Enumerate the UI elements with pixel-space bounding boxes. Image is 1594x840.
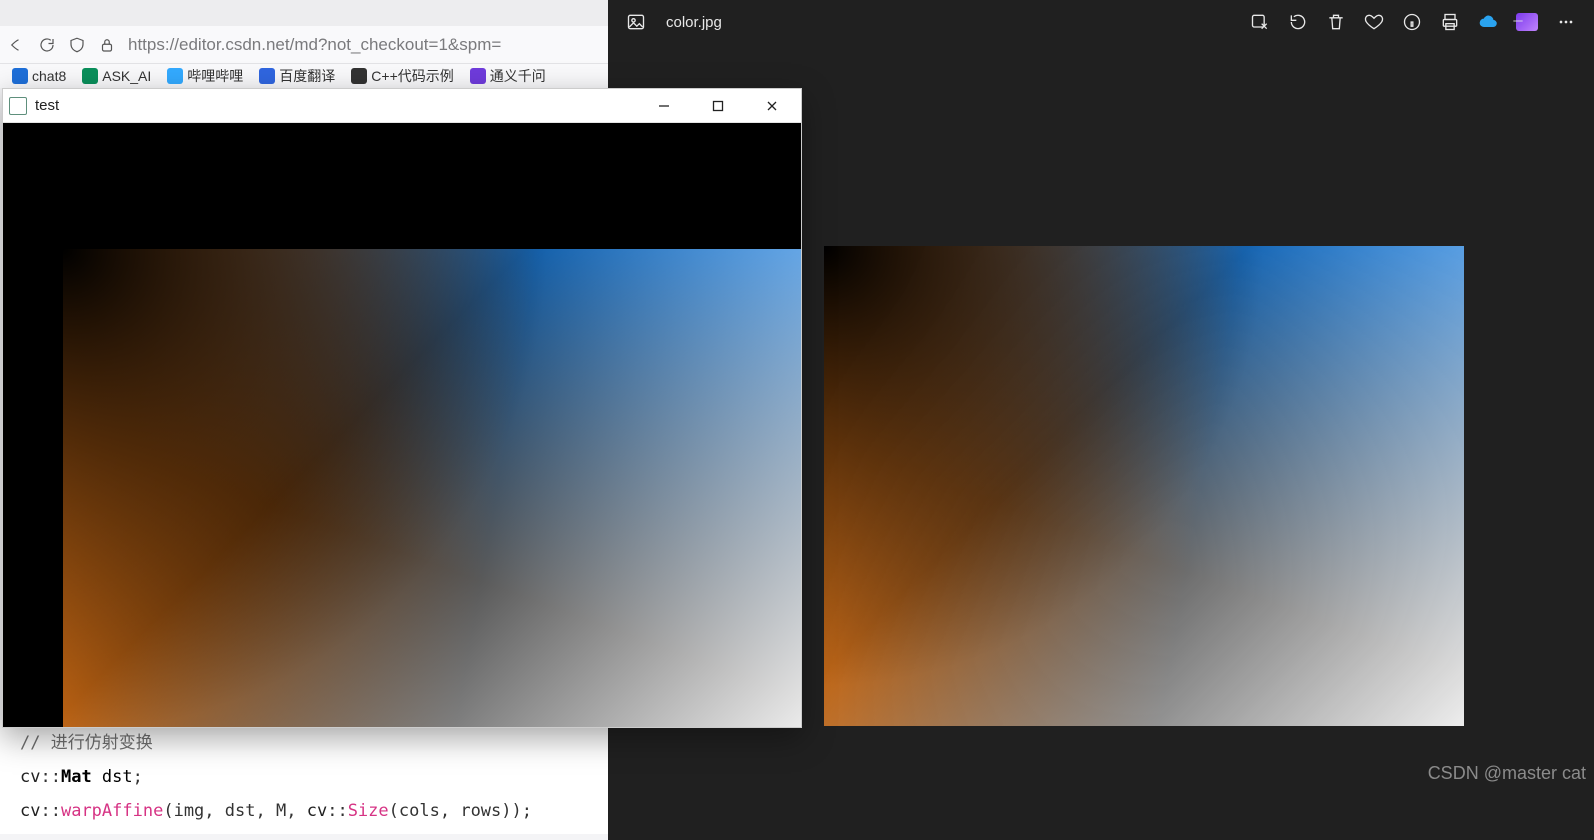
back-icon[interactable] (8, 36, 26, 54)
info-icon[interactable] (1402, 12, 1422, 32)
maximize-button[interactable] (695, 89, 741, 123)
bookmark-favicon (351, 68, 367, 84)
browser-tabstrip[interactable] (0, 0, 608, 26)
photos-image[interactable] (824, 246, 1464, 726)
bookmark-item[interactable]: 哔哩哔哩 (167, 66, 243, 86)
code-comment: // 进行仿射变换 (20, 726, 588, 760)
minimize-button[interactable] (1498, 6, 1538, 36)
opencv-window-title: test (35, 97, 59, 114)
lock-icon[interactable] (98, 36, 116, 54)
close-button[interactable] (749, 89, 795, 123)
code-editor: // 进行仿射变换 cv::Mat dst; cv::warpAffine(im… (0, 720, 608, 834)
bookmark-label: C++代码示例 (371, 66, 453, 86)
photos-filename: color.jpg (666, 14, 722, 31)
trash-icon[interactable] (1326, 12, 1346, 32)
url-bar[interactable]: https://editor.csdn.net/md?not_checkout=… (128, 35, 600, 55)
watermark: CSDN @master cat (1428, 763, 1586, 784)
bookmark-label: chat8 (32, 68, 66, 84)
gradient-image-content (824, 246, 1464, 726)
bookmark-item[interactable]: chat8 (12, 68, 66, 84)
bookmark-favicon (12, 68, 28, 84)
rotate-icon[interactable] (1288, 12, 1308, 32)
code-line-2: cv::warpAffine(img, dst, M, cv::Size(col… (20, 794, 588, 828)
bookmarks-bar: chat8 ASK_AI 哔哩哔哩 百度翻译 C++代码示例 通义千问 (0, 64, 608, 88)
opencv-canvas (3, 123, 801, 727)
print-icon[interactable] (1440, 12, 1460, 32)
bookmark-item[interactable]: 通义千问 (470, 66, 546, 86)
bookmark-favicon (259, 68, 275, 84)
minimize-button[interactable] (641, 89, 687, 123)
bookmark-favicon (470, 68, 486, 84)
bookmark-item[interactable]: 百度翻译 (259, 66, 335, 86)
shield-icon[interactable] (68, 36, 86, 54)
more-icon[interactable] (1556, 12, 1576, 32)
cloud-icon[interactable] (1478, 12, 1498, 32)
edit-icon[interactable] (1250, 12, 1270, 32)
bookmark-label: 百度翻译 (279, 66, 335, 86)
bookmark-label: ASK_AI (102, 68, 151, 84)
image-file-icon[interactable] (626, 12, 646, 32)
bookmark-label: 哔哩哔哩 (187, 66, 243, 86)
photos-header: color.jpg (608, 0, 1594, 44)
bookmark-item[interactable]: ASK_AI (82, 68, 151, 84)
reload-icon[interactable] (38, 36, 56, 54)
opencv-app-icon (9, 97, 27, 115)
browser-toolbar: https://editor.csdn.net/md?not_checkout=… (0, 26, 608, 64)
bookmark-label: 通义千问 (490, 66, 546, 86)
opencv-titlebar[interactable]: test (3, 89, 801, 123)
gradient-image-content (63, 249, 801, 727)
bookmark-favicon (167, 68, 183, 84)
opencv-test-window[interactable]: test (2, 88, 802, 728)
opencv-output-image (63, 249, 801, 727)
bookmark-item[interactable]: C++代码示例 (351, 66, 453, 86)
bookmark-favicon (82, 68, 98, 84)
code-line-1: cv::Mat dst; (20, 760, 588, 794)
heart-icon[interactable] (1364, 12, 1384, 32)
